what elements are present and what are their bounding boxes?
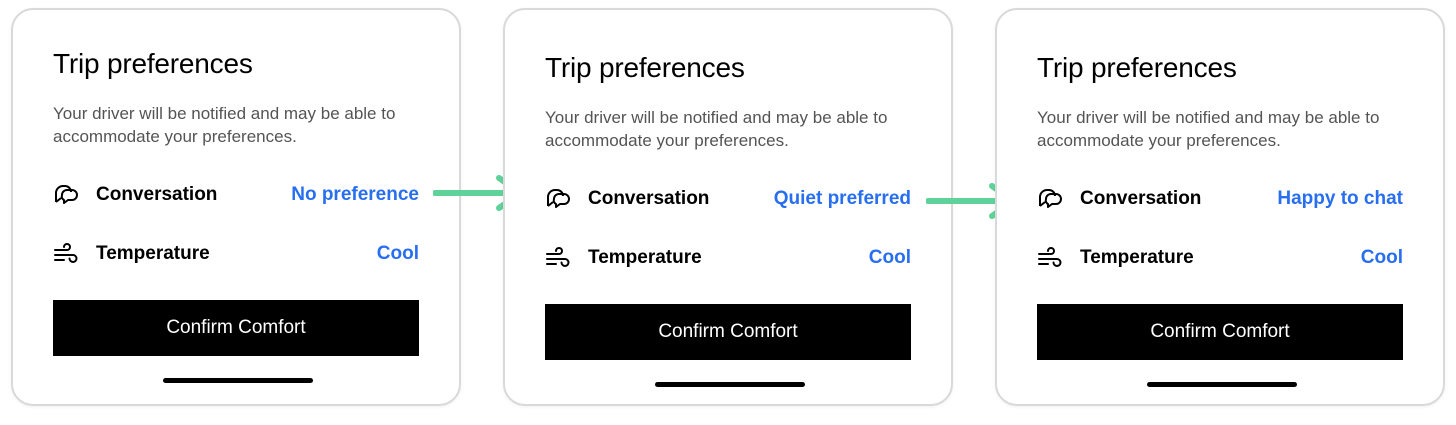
trip-preferences-card-1: Trip preferences Your driver will be not… xyxy=(11,8,461,406)
confirm-comfort-button[interactable]: Confirm Comfort xyxy=(545,304,911,360)
temperature-label: Temperature xyxy=(1080,247,1194,268)
card-description: Your driver will be notified and may be … xyxy=(545,108,888,150)
trip-preferences-card-3: Trip preferences Your driver will be not… xyxy=(995,8,1445,406)
temperature-value[interactable]: Cool xyxy=(377,243,419,265)
card-title: Trip preferences xyxy=(53,48,253,79)
conversation-value[interactable]: No preference xyxy=(291,184,419,206)
temperature-row[interactable]: Temperature Cool xyxy=(545,243,911,273)
temperature-value[interactable]: Cool xyxy=(869,247,911,269)
confirm-comfort-button[interactable]: Confirm Comfort xyxy=(53,300,419,356)
home-indicator xyxy=(163,378,313,383)
card-title: Trip preferences xyxy=(545,52,745,83)
conversation-label: Conversation xyxy=(1080,188,1202,209)
conversation-label: Conversation xyxy=(96,184,218,205)
temperature-label: Temperature xyxy=(96,243,210,264)
temperature-row[interactable]: Temperature Cool xyxy=(53,239,419,269)
temperature-label: Temperature xyxy=(588,247,702,268)
conversation-row[interactable]: Conversation Happy to chat xyxy=(1037,184,1403,214)
conversation-label: Conversation xyxy=(588,188,710,209)
conversation-row[interactable]: Conversation No preference xyxy=(53,180,419,210)
conversation-value[interactable]: Happy to chat xyxy=(1277,188,1403,210)
temperature-row[interactable]: Temperature Cool xyxy=(1037,243,1403,273)
conversation-row[interactable]: Conversation Quiet preferred xyxy=(545,184,911,214)
chat-bubbles-icon xyxy=(1037,186,1063,212)
temperature-value[interactable]: Cool xyxy=(1361,247,1403,269)
chat-bubbles-icon xyxy=(53,182,79,208)
home-indicator xyxy=(1147,382,1297,387)
chat-bubbles-icon xyxy=(545,186,571,212)
trip-preferences-card-2: Trip preferences Your driver will be not… xyxy=(503,8,953,406)
card-description: Your driver will be notified and may be … xyxy=(1037,108,1380,150)
wind-icon xyxy=(545,245,571,271)
card-description: Your driver will be notified and may be … xyxy=(53,104,396,146)
confirm-comfort-button[interactable]: Confirm Comfort xyxy=(1037,304,1403,360)
home-indicator xyxy=(655,382,805,387)
wind-icon xyxy=(53,241,79,267)
conversation-value[interactable]: Quiet preferred xyxy=(774,188,911,210)
card-title: Trip preferences xyxy=(1037,52,1237,83)
wind-icon xyxy=(1037,245,1063,271)
